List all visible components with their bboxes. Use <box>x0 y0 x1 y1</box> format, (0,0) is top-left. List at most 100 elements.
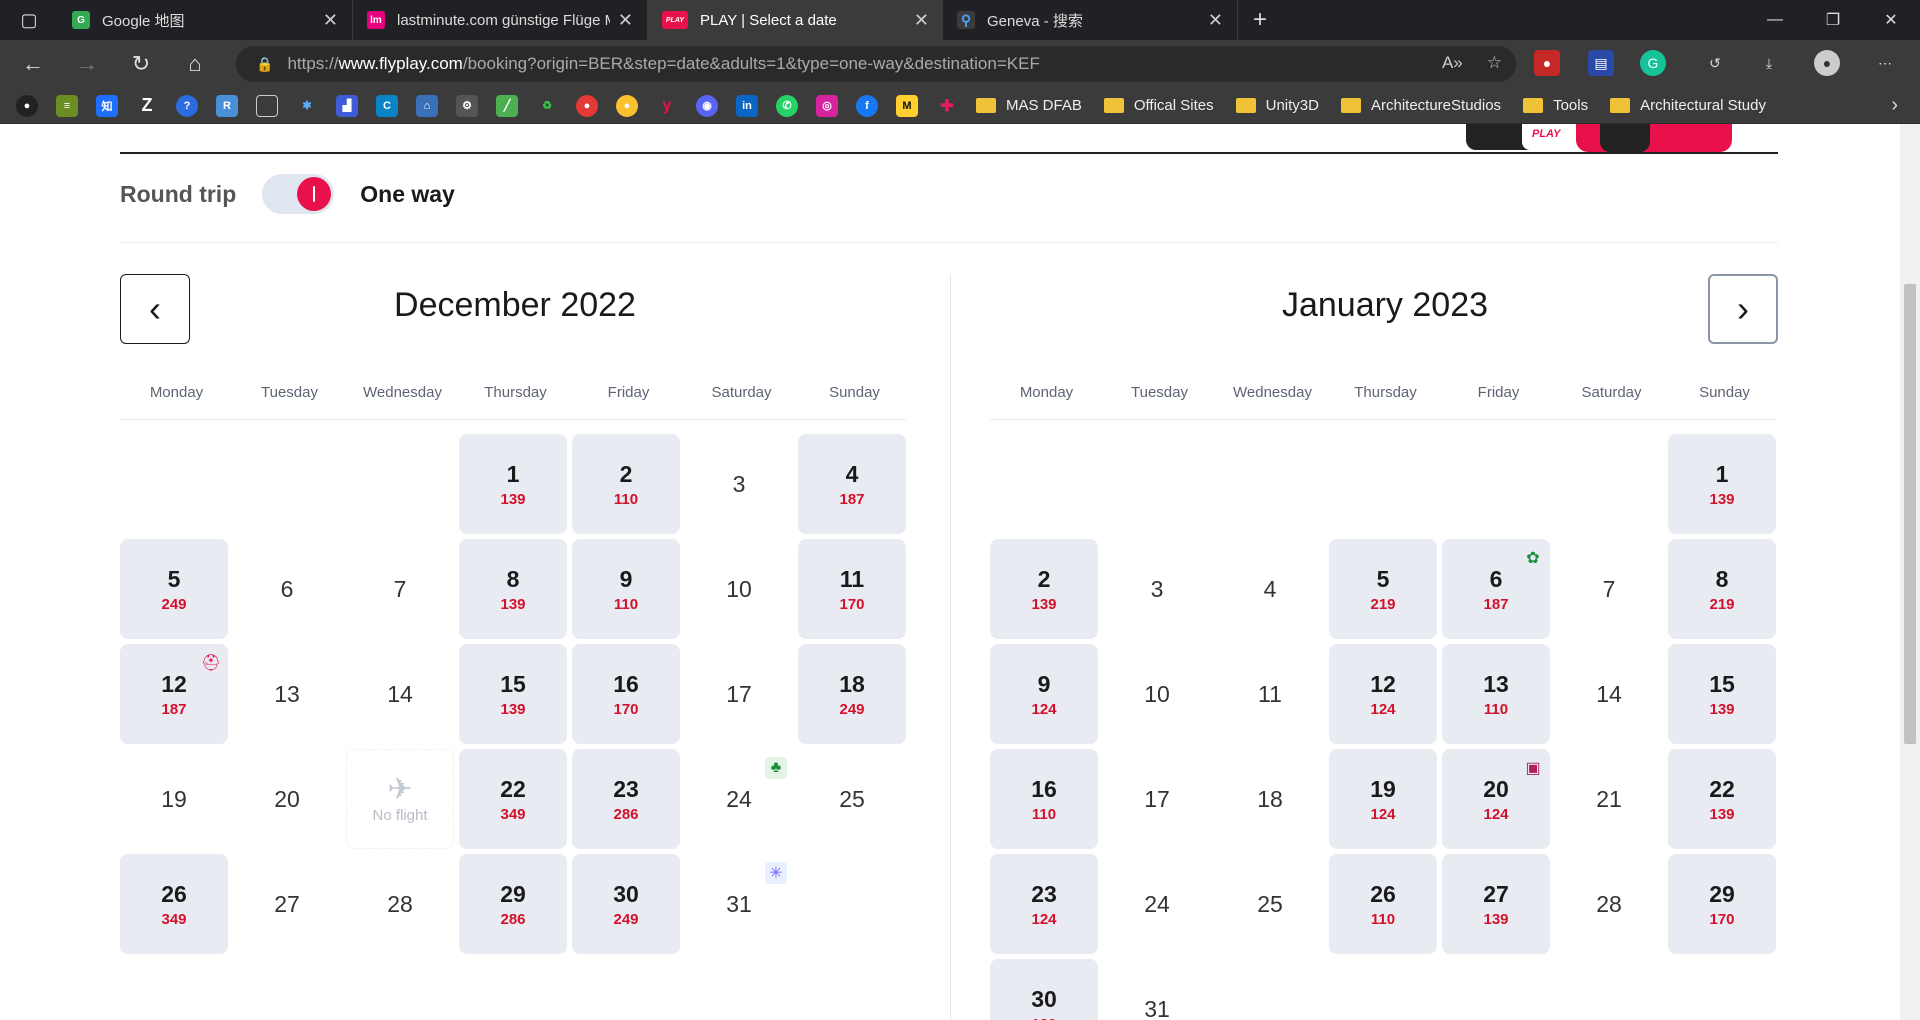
calendar-day-with-price[interactable]: 19 124 <box>1329 749 1437 849</box>
calendar-day-with-price[interactable]: 29 286 <box>459 854 567 954</box>
github-icon[interactable]: ● <box>16 94 38 117</box>
day-number: 23 <box>613 775 639 802</box>
calendar-day-with-price[interactable]: 12 187 ⛑ <box>120 644 228 744</box>
calendar-day-with-price[interactable]: 22 139 <box>1668 749 1776 849</box>
calendar-day-with-price[interactable]: 16 110 <box>990 749 1098 849</box>
close-tab-icon[interactable]: ✕ <box>323 10 338 31</box>
calendar-day-with-price[interactable]: 27 139 <box>1442 854 1550 954</box>
downloads-icon[interactable]: ⤓ <box>1756 50 1782 76</box>
calendar-day: 28 <box>1555 854 1663 954</box>
zhihu-icon[interactable]: 知 <box>96 94 118 117</box>
browser-tab[interactable]: ⚲ Geneva - 搜索 ✕ <box>943 0 1238 40</box>
extension-icon[interactable]: ▤ <box>1588 50 1614 76</box>
calendar-day-with-price[interactable]: 4 187 <box>798 434 906 534</box>
trip-type-toggle[interactable] <box>262 174 335 214</box>
extension-icon[interactable]: ● <box>1534 50 1560 76</box>
chart-icon[interactable]: ▟ <box>336 94 358 117</box>
instagram-icon[interactable]: ◎ <box>816 94 838 117</box>
bookmark-icon[interactable]: ⚙ <box>456 94 478 117</box>
calendar-day-with-price[interactable]: 20 124 ▣ <box>1442 749 1550 849</box>
bookmark-folder[interactable]: MAS DFAB <box>976 97 1082 114</box>
browser-tab[interactable]: lm lastminute.com günstige Flüge M ✕ <box>353 0 648 40</box>
favorite-add-icon[interactable]: ☆ <box>1487 53 1502 73</box>
calendar-day-with-price[interactable]: 18 249 <box>798 644 906 744</box>
calendar-day-with-price[interactable]: 29 170 <box>1668 854 1776 954</box>
tab-actions-icon[interactable]: ▢ <box>0 0 58 40</box>
history-icon[interactable]: ↺ <box>1702 50 1728 76</box>
calendar-day-with-price[interactable]: 30 139 <box>990 959 1098 1020</box>
bookmark-folder[interactable]: Tools <box>1523 97 1588 114</box>
calendar-day-with-price[interactable]: 15 139 <box>1668 644 1776 744</box>
restore-icon[interactable]: ❐ <box>1804 0 1862 40</box>
z-icon[interactable]: Z <box>136 95 158 117</box>
calendar-day-with-price[interactable]: 2 139 <box>990 539 1098 639</box>
new-tab-button[interactable]: + <box>1238 6 1282 34</box>
y-icon[interactable]: y <box>656 95 678 117</box>
lock-icon[interactable]: 🔒 <box>256 56 273 73</box>
bookmark-icon[interactable]: ╱ <box>496 94 518 117</box>
calendar-day-with-price[interactable]: 9 124 <box>990 644 1098 744</box>
c-icon[interactable]: C <box>376 94 398 117</box>
calendar-day-with-price[interactable]: 13 110 <box>1442 644 1550 744</box>
page-scrollbar[interactable] <box>1900 124 1920 1020</box>
linkedin-icon[interactable]: in <box>736 94 758 117</box>
scrollbar-thumb[interactable] <box>1904 284 1916 744</box>
calendar-day-with-price[interactable]: 12 124 <box>1329 644 1437 744</box>
bookmark-icon[interactable]: ● <box>616 94 638 117</box>
bookmark-folder[interactable]: Unity3D <box>1235 97 1319 114</box>
calendar-day-with-price[interactable]: 23 286 <box>572 749 680 849</box>
calendar-day-with-price[interactable]: 8 219 <box>1668 539 1776 639</box>
minimize-icon[interactable]: — <box>1746 0 1804 40</box>
browser-tab[interactable]: G Google 地图 ✕ <box>58 0 353 40</box>
url-field[interactable]: 🔒 https://www.flyplay.com/booking?origin… <box>236 46 1516 82</box>
grammarly-icon[interactable]: G <box>1640 50 1666 76</box>
slack-icon[interactable]: ✚ <box>936 95 958 117</box>
calendar-day-with-price[interactable]: 15 139 <box>459 644 567 744</box>
profile-avatar[interactable]: ● <box>1814 50 1840 76</box>
discord-icon[interactable]: ◉ <box>696 94 718 117</box>
whatsapp-icon[interactable]: ✆ <box>776 94 798 117</box>
back-icon[interactable]: ← <box>6 40 60 88</box>
calendar-day-with-price[interactable]: 8 139 <box>459 539 567 639</box>
close-tab-icon[interactable]: ✕ <box>618 10 633 31</box>
read-aloud-icon[interactable]: A» <box>1442 53 1463 73</box>
chevron-right-icon[interactable]: › <box>1891 94 1898 117</box>
calendar-day-with-price[interactable]: 5 219 <box>1329 539 1437 639</box>
calendar-day-with-price[interactable]: 5 249 <box>120 539 228 639</box>
calendar-day-with-price[interactable]: 22 349 <box>459 749 567 849</box>
reload-icon[interactable]: ↻ <box>114 40 168 88</box>
calendar-day-with-price[interactable]: 26 110 <box>1329 854 1437 954</box>
calendar-day-with-price[interactable]: 1 139 <box>1668 434 1776 534</box>
calendar-day-with-price[interactable]: 16 170 <box>572 644 680 744</box>
calendar-day-with-price[interactable]: 6 187 ✿ <box>1442 539 1550 639</box>
bookmark-icon[interactable]: R <box>216 94 238 117</box>
recycle-icon[interactable]: ♻ <box>536 95 558 117</box>
close-tab-icon[interactable]: ✕ <box>1208 10 1223 31</box>
calendar-day-with-price[interactable]: 30 249 <box>572 854 680 954</box>
facebook-icon[interactable]: f <box>856 94 878 117</box>
miro-icon[interactable]: M <box>896 94 918 117</box>
bookmark-folder[interactable]: Architectural Study <box>1610 97 1766 114</box>
calendar-day-with-price[interactable]: 2 110 <box>572 434 680 534</box>
calendar-day-with-price[interactable]: 11 170 <box>798 539 906 639</box>
forward-icon[interactable]: → <box>60 40 114 88</box>
document-icon[interactable] <box>256 94 278 117</box>
calendar-day-with-price[interactable]: 26 349 <box>120 854 228 954</box>
calendar-day-with-price[interactable]: 9 110 <box>572 539 680 639</box>
more-menu-icon[interactable]: ⋯ <box>1872 50 1898 76</box>
bookmark-folder[interactable]: Offical Sites <box>1103 97 1214 114</box>
one-way-label[interactable]: One way <box>360 181 455 208</box>
bookmark-icon[interactable]: ≡ <box>56 94 78 117</box>
calendar-day-with-price[interactable]: 23 124 <box>990 854 1098 954</box>
atom-icon[interactable]: ✱ <box>296 95 318 117</box>
bookmark-icon[interactable]: ● <box>576 94 598 117</box>
close-window-icon[interactable]: ✕ <box>1862 0 1920 40</box>
home-icon[interactable]: ⌂ <box>168 40 222 88</box>
calendar-day-with-price[interactable]: 1 139 <box>459 434 567 534</box>
bookmark-folder[interactable]: ArchitectureStudios <box>1340 97 1501 114</box>
round-trip-label[interactable]: Round trip <box>120 181 236 208</box>
browser-tab[interactable]: PLAY PLAY | Select a date ✕ <box>648 0 943 40</box>
museum-icon[interactable]: ⌂ <box>416 94 438 117</box>
help-icon[interactable]: ? <box>176 94 198 117</box>
close-tab-icon[interactable]: ✕ <box>914 10 929 31</box>
